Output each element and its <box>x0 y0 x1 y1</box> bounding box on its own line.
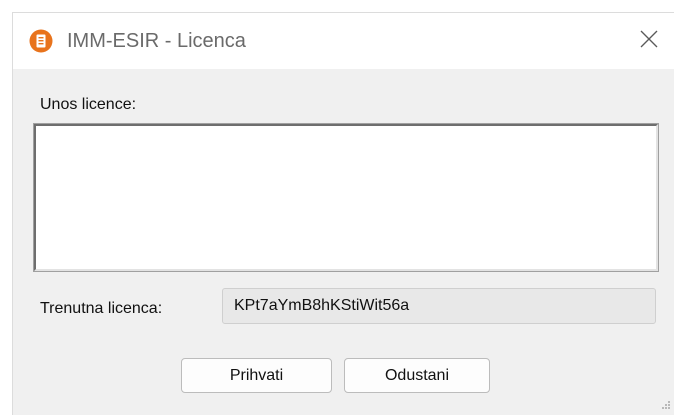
app-logo-icon <box>29 29 53 53</box>
window-title: IMM-ESIR - Licenca <box>67 30 246 52</box>
current-license-label: Trenutna licenca: <box>40 300 163 317</box>
current-license-field: KPt7aYmB8hKStiWit56a <box>222 288 656 324</box>
license-dialog: IMM-ESIR - Licenca Unos licence: Trenutn… <box>12 12 674 415</box>
resize-grip-icon[interactable] <box>659 397 671 409</box>
license-input-label: Unos licence: <box>40 96 137 113</box>
close-button[interactable] <box>631 23 667 59</box>
license-input[interactable] <box>33 123 659 272</box>
title-bar[interactable]: IMM-ESIR - Licenca <box>13 13 674 69</box>
accept-button[interactable]: Prihvati <box>181 358 332 393</box>
close-icon <box>640 30 658 53</box>
cancel-button[interactable]: Odustani <box>344 358 490 393</box>
